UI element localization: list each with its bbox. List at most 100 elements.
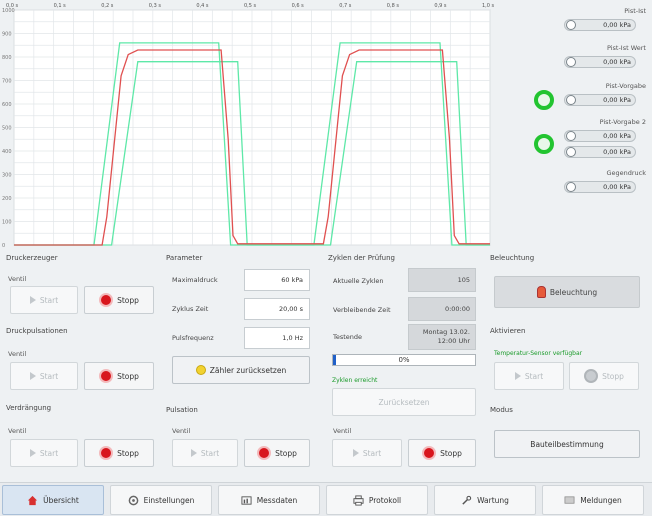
y-tick-label: 500 <box>2 126 12 132</box>
stop-icon <box>584 369 599 383</box>
section-sub-label: Ventil <box>8 427 27 435</box>
status-ok-indicator <box>534 134 554 154</box>
nav-item-messages[interactable]: Meldungen <box>542 485 644 515</box>
stop-icon <box>422 446 437 460</box>
nav-item-settings[interactable]: Einstellungen <box>110 485 212 515</box>
readout-value-1: 0,00 kPa <box>564 56 636 68</box>
extra-start-button[interactable]: Start <box>494 362 564 390</box>
x-tick-label: 0,8 s <box>387 3 400 9</box>
stop-button[interactable]: Stopp <box>84 286 154 314</box>
start-button[interactable]: Start <box>10 439 78 467</box>
start-button-label: Start <box>362 448 382 458</box>
extra-stop-button[interactable]: Stopp <box>569 362 639 390</box>
x-tick-label: 0,0 s <box>6 3 19 9</box>
cycles-note: Zyklen erreicht <box>332 377 378 384</box>
settings-icon <box>128 495 138 505</box>
x-tick-label: 0,4 s <box>196 3 209 9</box>
section-title-parameter: Parameter <box>166 254 203 262</box>
start-button-label: Start <box>39 448 59 458</box>
progress-text: 0% <box>398 356 410 364</box>
remaining-time-value: 0:00:00 <box>408 297 476 321</box>
y-tick-label: 300 <box>2 173 12 179</box>
play-icon <box>29 449 36 457</box>
y-tick-label: 600 <box>2 102 12 108</box>
stop-button[interactable]: Stopp <box>408 439 476 467</box>
pressure-chart-svg: 100090080070060050040030020010000,0 s 0,1… <box>2 3 495 249</box>
cycle-progress-bar: 0% <box>332 354 476 366</box>
cycle-count-value: 105 <box>408 268 476 292</box>
x-tick-label: 0,3 s <box>149 3 162 9</box>
gauge-icon <box>566 95 576 105</box>
readout-value-text: 0,00 kPa <box>603 132 631 140</box>
start-button[interactable]: Start <box>10 362 78 390</box>
reset-button[interactable]: Zurücksetzen <box>332 388 476 416</box>
mode-button-label: Bauteilbestimmung <box>530 439 604 449</box>
readout-label-0: Pist-Ist <box>624 7 646 15</box>
start-button[interactable]: Start <box>172 439 238 467</box>
cycle-time-input[interactable]: 20,00 s <box>244 298 310 320</box>
nav-label: Messdaten <box>256 495 298 505</box>
readout-value-text: 0,00 kPa <box>603 21 631 29</box>
nav-item-protocol[interactable]: Protokoll <box>326 485 428 515</box>
readout-value-text: 0,00 kPa <box>603 183 631 191</box>
play-icon <box>190 449 197 457</box>
readout-value-4: 0,00 kPa <box>564 146 636 158</box>
readout-value-5: 0,00 kPa <box>564 181 636 193</box>
section-sub-label: Ventil <box>8 350 27 358</box>
wrench-icon <box>462 495 472 505</box>
x-tick-label: 0,5 s <box>244 3 257 9</box>
gauge-icon <box>566 131 576 141</box>
readout-value-2: 0,00 kPa <box>564 94 636 106</box>
printer-icon <box>353 494 364 506</box>
nav-label: Wartung <box>477 495 509 505</box>
nav-label: Übersicht <box>43 495 79 505</box>
nav-item-overview[interactable]: Übersicht <box>2 485 104 515</box>
readout-label-3: Pist-Vorgabe 2 <box>599 118 646 126</box>
stop-button-label: Stopp <box>440 448 462 458</box>
pulse-frequency-input[interactable]: 1,0 Hz <box>244 327 310 349</box>
mode-button[interactable]: Bauteilbestimmung <box>494 430 640 458</box>
start-button-label: Start <box>39 371 59 381</box>
section-title-druckpulsationen: Druckpulsationen <box>6 327 68 335</box>
section-title-modus: Modus <box>490 406 513 414</box>
start-button[interactable]: Start <box>332 439 402 467</box>
nav-item-measurements[interactable]: Messdaten <box>218 485 320 515</box>
y-tick-label: 700 <box>2 79 12 85</box>
gauge-icon <box>566 182 576 192</box>
gauge-icon <box>566 147 576 157</box>
x-tick-label: 0,1 s <box>54 3 67 9</box>
play-icon <box>352 449 359 457</box>
readout-label-1: Pist-Ist Wert <box>606 44 646 52</box>
reset-counter-button[interactable]: Zähler zurücksetzen <box>172 356 310 384</box>
stop-icon <box>99 293 114 307</box>
start-button[interactable]: Start <box>10 286 78 314</box>
lighting-button-label: Beleuchtung <box>549 287 598 297</box>
extra-start-label: Start <box>524 371 544 381</box>
readout-label-5: Gegendruck <box>606 169 646 177</box>
section-title-pulsation: Pulsation <box>166 406 198 414</box>
stop-icon <box>99 369 114 383</box>
section-title-verdraengung: Verdrängung <box>6 404 52 412</box>
reset-button-label: Zurücksetzen <box>378 397 430 407</box>
stop-button[interactable]: Stopp <box>84 362 154 390</box>
nav-label: Protokoll <box>368 495 402 505</box>
stop-button-label: Stopp <box>117 448 139 458</box>
stop-button[interactable]: Stopp <box>84 439 154 467</box>
param-label-1: Zyklus Zeit <box>172 305 209 313</box>
test-end-value: Montag 13.02. 12:00 Uhr <box>408 324 476 350</box>
message-icon <box>564 495 575 504</box>
readout-value-3: 0,00 kPa <box>564 130 636 142</box>
bottom-navigation: Übersicht Einstellungen Messdaten Protok… <box>0 482 652 516</box>
sensor-note: Temperatur-Sensor verfügbar <box>494 350 583 357</box>
lighting-button[interactable]: Beleuchtung <box>494 276 640 308</box>
y-tick-label: 200 <box>2 196 12 202</box>
max-pressure-input[interactable]: 60 kPa <box>244 269 310 291</box>
y-tick-label: 0 <box>2 243 5 249</box>
nav-item-maintenance[interactable]: Wartung <box>434 485 536 515</box>
x-tick-label: 0,2 s <box>101 3 114 9</box>
section-title-zyklen: Zyklen der Prüfung <box>328 254 395 262</box>
stop-button[interactable]: Stopp <box>244 439 310 467</box>
test-end-label: Testende <box>333 333 363 341</box>
y-tick-label: 100 <box>2 220 12 226</box>
cycle-count-label: Aktuelle Zyklen <box>333 277 384 285</box>
